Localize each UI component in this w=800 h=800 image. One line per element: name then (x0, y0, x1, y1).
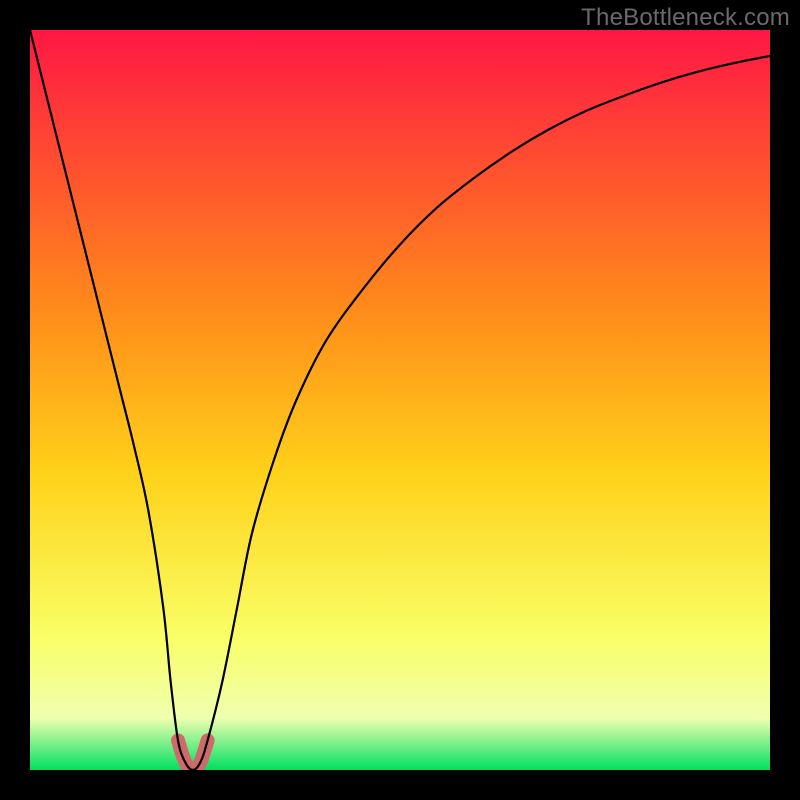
gradient-background (30, 30, 770, 770)
watermark-text: TheBottleneck.com (581, 4, 790, 32)
chart-frame: TheBottleneck.com (0, 0, 800, 800)
bottleneck-chart (30, 30, 770, 770)
